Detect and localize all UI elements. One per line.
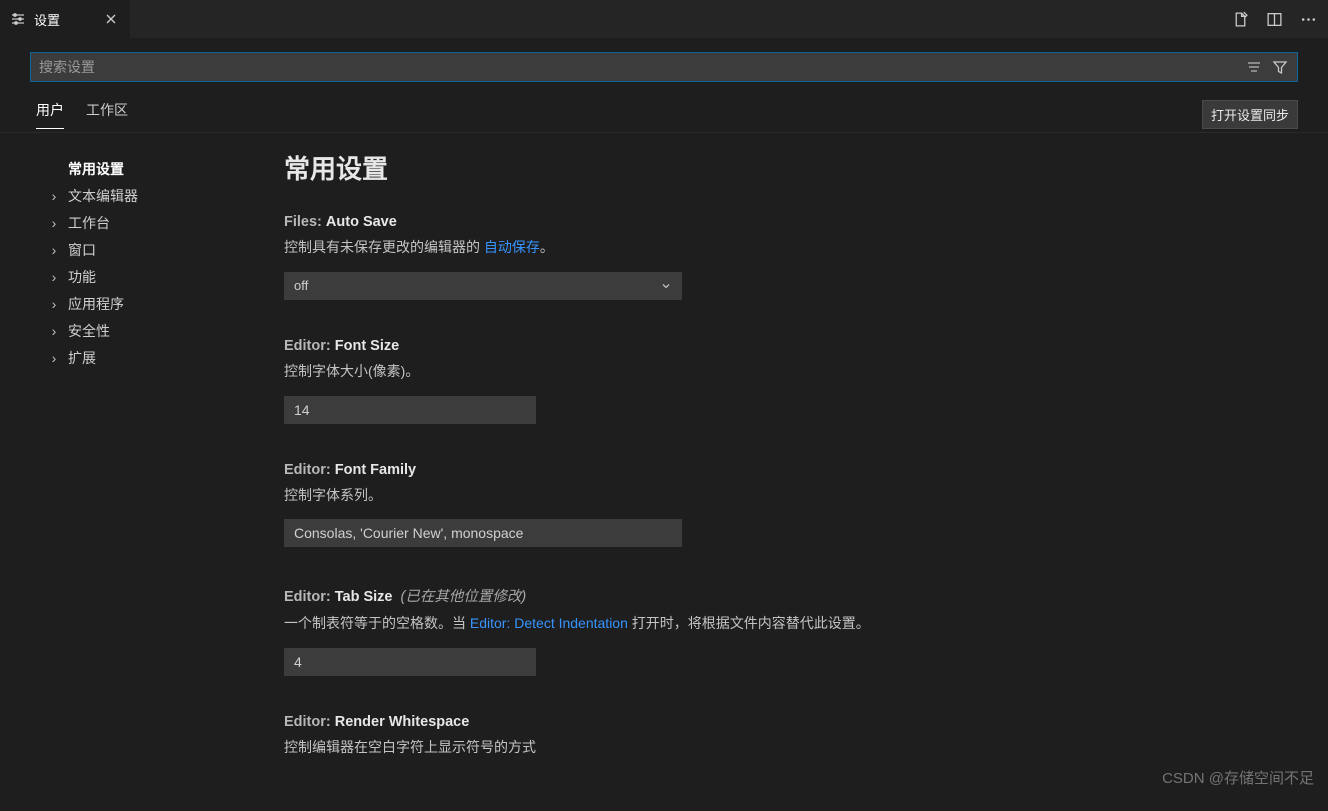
settings-lines-icon <box>10 11 26 27</box>
chevron-right-icon: › <box>46 215 62 231</box>
auto-save-select[interactable]: off <box>284 272 682 300</box>
clear-filter-icon[interactable] <box>1245 58 1263 76</box>
tab-settings[interactable]: 设置 <box>0 0 130 38</box>
font-family-input[interactable] <box>284 519 682 547</box>
setting-description: 一个制表符等于的空格数。当 Editor: Detect Indentation… <box>284 612 1288 636</box>
close-icon[interactable] <box>102 10 120 28</box>
filter-icon[interactable] <box>1271 58 1289 76</box>
toc-item-features[interactable]: ›功能 <box>46 263 250 290</box>
setting-description: 控制字体系列。 <box>284 484 1288 508</box>
chevron-right-icon: › <box>46 323 62 339</box>
tab-label: 设置 <box>34 10 94 29</box>
chevron-right-icon: › <box>46 296 62 312</box>
chevron-right-icon: › <box>46 350 62 366</box>
search-box[interactable] <box>30 52 1298 82</box>
chevron-right-icon: › <box>46 269 62 285</box>
tab-size-input[interactable] <box>284 648 536 676</box>
scope-tab-workspace[interactable]: 工作区 <box>86 100 128 129</box>
settings-content: 常用设置 Files: Auto Save 控制具有未保存更改的编辑器的 自动保… <box>250 133 1328 811</box>
tab-bar: 设置 <box>0 0 1328 38</box>
setting-editor-font-size: Editor: Font Size 控制字体大小(像素)。 <box>284 338 1288 424</box>
settings-toc: 常用设置 ›文本编辑器 ›工作台 ›窗口 ›功能 ›应用程序 ›安全性 ›扩展 <box>0 133 250 811</box>
open-settings-sync-button[interactable]: 打开设置同步 <box>1202 100 1298 129</box>
detect-indentation-link[interactable]: Editor: Detect Indentation <box>470 615 628 631</box>
scope-tab-user[interactable]: 用户 <box>36 100 64 129</box>
scope-row: 用户 工作区 打开设置同步 <box>0 97 1328 133</box>
search-input[interactable] <box>39 59 1245 75</box>
tabbar-actions <box>1220 0 1328 38</box>
section-title: 常用设置 <box>284 149 1288 186</box>
search-row <box>0 38 1328 94</box>
setting-editor-render-whitespace: Editor: Render Whitespace 控制编辑器在空白字符上显示符… <box>284 714 1288 760</box>
toc-item-commonly-used[interactable]: 常用设置 <box>46 155 250 182</box>
setting-description: 控制字体大小(像素)。 <box>284 360 1288 384</box>
setting-description: 控制编辑器在空白字符上显示符号的方式 <box>284 736 1288 760</box>
toc-item-workbench[interactable]: ›工作台 <box>46 209 250 236</box>
font-size-input[interactable] <box>284 396 536 424</box>
toc-item-extensions[interactable]: ›扩展 <box>46 344 250 371</box>
setting-editor-font-family: Editor: Font Family 控制字体系列。 <box>284 462 1288 548</box>
toc-item-application[interactable]: ›应用程序 <box>46 290 250 317</box>
chevron-down-icon <box>660 280 672 292</box>
chevron-right-icon: › <box>46 242 62 258</box>
setting-files-auto-save: Files: Auto Save 控制具有未保存更改的编辑器的 自动保存。 of… <box>284 214 1288 300</box>
chevron-right-icon: › <box>46 188 62 204</box>
toc-item-text-editor[interactable]: ›文本编辑器 <box>46 182 250 209</box>
more-icon[interactable] <box>1298 9 1318 29</box>
setting-editor-tab-size: Editor: Tab Size(已在其他位置修改) 一个制表符等于的空格数。当… <box>284 585 1288 676</box>
auto-save-link[interactable]: 自动保存 <box>484 239 540 255</box>
toc-item-window[interactable]: ›窗口 <box>46 236 250 263</box>
open-file-icon[interactable] <box>1230 9 1250 29</box>
setting-description: 控制具有未保存更改的编辑器的 自动保存。 <box>284 236 1288 260</box>
watermark: CSDN @存储空间不足 <box>1162 767 1314 788</box>
toc-item-security[interactable]: ›安全性 <box>46 317 250 344</box>
split-editor-icon[interactable] <box>1264 9 1284 29</box>
